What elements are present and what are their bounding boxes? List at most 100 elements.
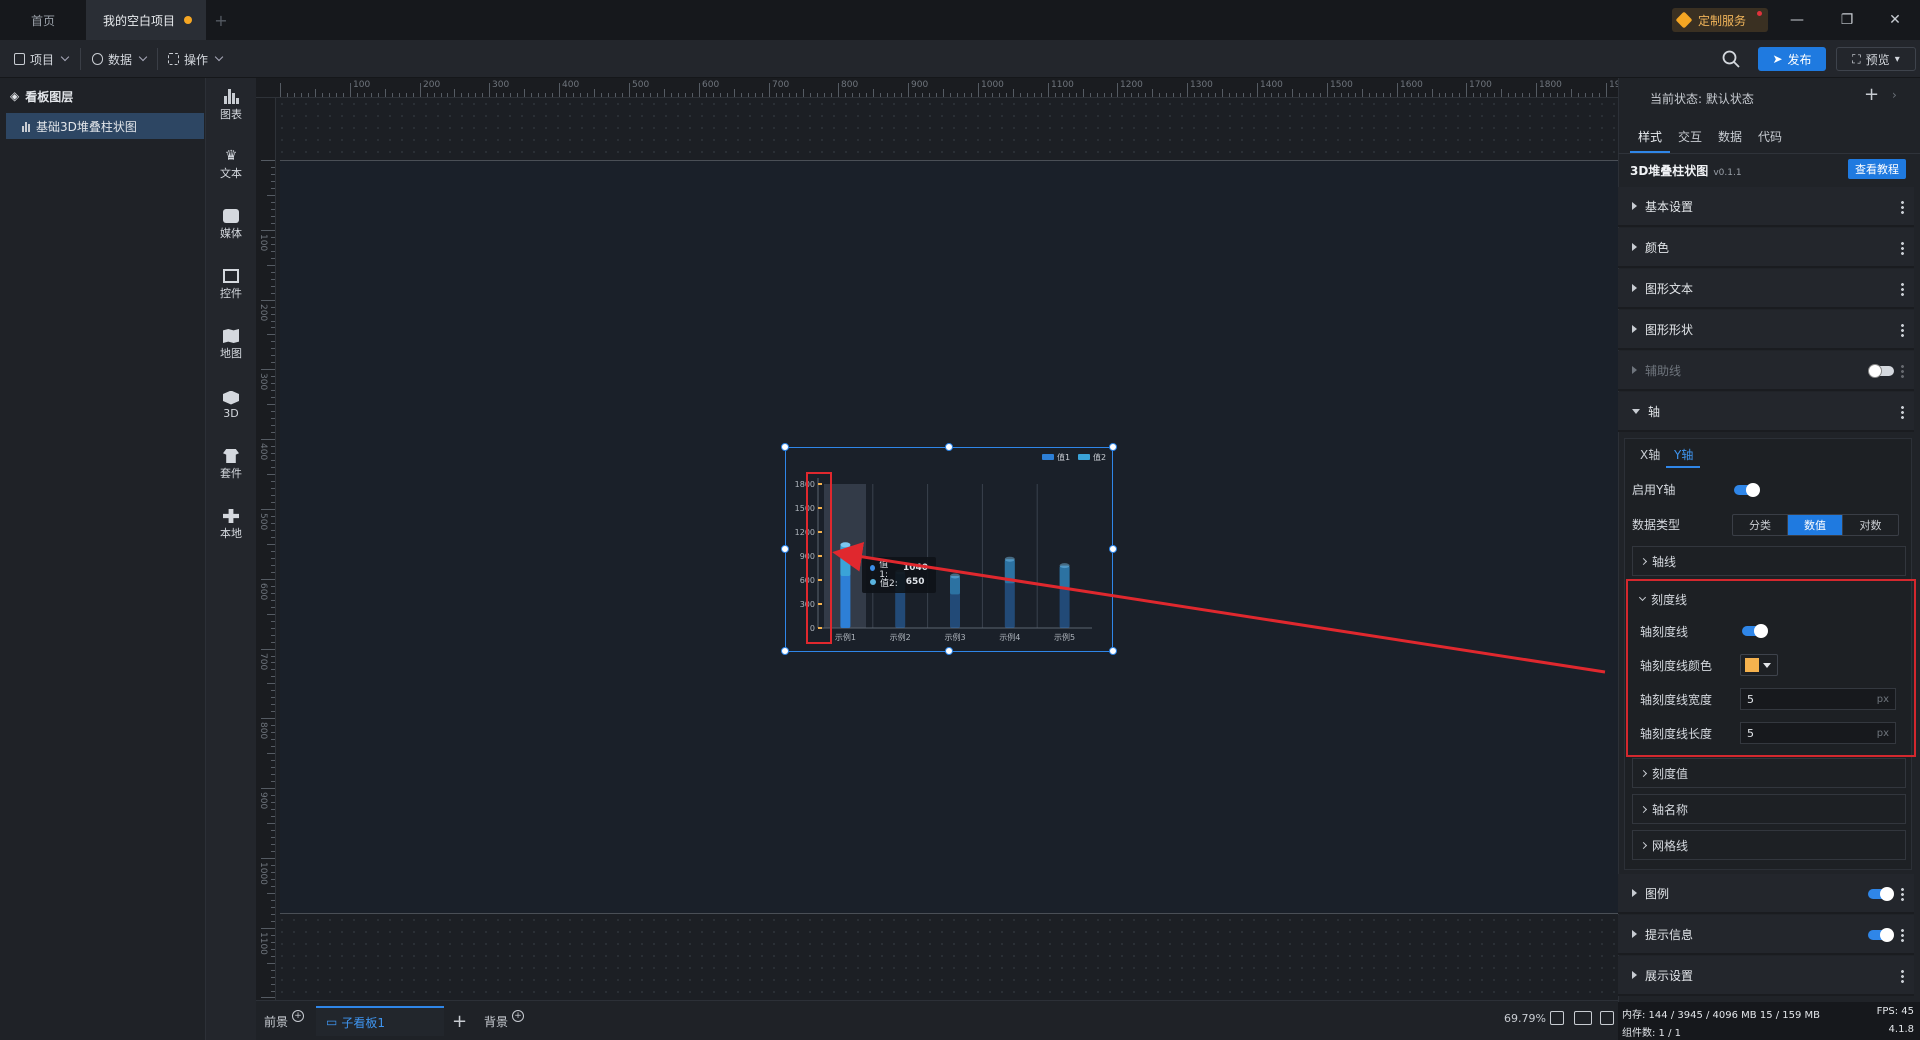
ruler-tick [271,795,275,796]
rail-3d[interactable]: 3D [206,382,256,428]
close-button[interactable]: ✕ [1870,0,1920,40]
tab-sub-board[interactable]: ▭ 子看板1 [316,1006,444,1036]
ruler-tick [271,537,275,538]
more-icon[interactable] [1901,241,1904,255]
ruler-tick [271,307,275,308]
subsection-grid-line[interactable]: 网格线 [1632,830,1906,860]
more-icon[interactable] [1901,405,1904,419]
search-icon[interactable] [1722,50,1740,68]
more-icon[interactable] [1901,323,1904,337]
terminal-icon[interactable] [1600,1011,1614,1025]
caret-right-icon [1632,930,1637,938]
resize-handle[interactable] [781,545,789,553]
more-icon[interactable] [1901,282,1904,296]
section-basic-settings[interactable]: 基本设置 [1618,187,1914,227]
section-axis[interactable]: 轴 [1618,392,1914,432]
section-graphic-text[interactable]: 图形文本 [1618,269,1914,309]
ruler-tick [762,93,763,97]
more-icon[interactable] [1901,887,1904,901]
tab-x-axis[interactable]: X轴 [1640,446,1660,466]
custom-service-button[interactable]: 定制服务 [1672,8,1768,32]
ruler-tick [271,942,275,943]
add-state-button[interactable]: + [1864,84,1879,105]
menu-operation[interactable]: 操作 [168,47,224,71]
zoom-level[interactable]: 69.79% [1504,1012,1546,1025]
add-icon[interactable]: + [512,1010,525,1022]
data-type-value[interactable]: 数值 [1788,515,1843,535]
ruler-tick [271,516,275,517]
subsection-tick-value[interactable]: 刻度值 [1632,758,1906,788]
legend-label: 值2 [1093,452,1106,462]
preview-label: 预览 [1865,52,1890,67]
tab-y-axis[interactable]: Y轴 [1674,446,1693,466]
section-legend[interactable]: 图例 [1618,874,1914,914]
tab-foreground[interactable]: 前景 + [264,1006,305,1036]
section-guide-line[interactable]: 辅助线 [1618,351,1914,391]
rail-suite[interactable]: 套件 [206,442,256,488]
rail-local[interactable]: 本地 [206,502,256,548]
ruler-tick [964,93,965,97]
tab-code[interactable]: 代码 [1758,124,1782,148]
ruler-tick [1355,93,1356,97]
resize-handle[interactable] [1109,443,1117,451]
component-version: v0.1.1 [1713,168,1742,178]
section-display-settings[interactable]: 展示设置 [1618,956,1914,996]
add-board-button[interactable]: + [452,1006,467,1036]
chevron-right-icon[interactable]: › [1892,88,1897,102]
resize-handle[interactable] [781,443,789,451]
chevron-down-icon [214,52,224,62]
restore-button[interactable]: ❐ [1822,0,1872,40]
rail-media[interactable]: 媒体 [206,202,256,248]
data-type-category[interactable]: 分类 [1733,515,1788,535]
ruler-tick [713,93,714,97]
ruler-tick [271,551,275,552]
subsection-axis-line[interactable]: 轴线 [1632,546,1906,576]
ruler-tick [880,93,881,97]
view-tutorial-button[interactable]: 查看教程 [1848,159,1906,179]
rail-map[interactable]: 地图 [206,322,256,368]
data-type-log[interactable]: 对数 [1843,515,1898,535]
ruler-tick [271,390,275,391]
tooltip-toggle[interactable] [1868,928,1894,942]
add-tab-button[interactable]: + [206,0,236,40]
ruler-tick [336,93,337,97]
resize-handle[interactable] [945,443,953,451]
tab-my-project[interactable]: 我的空白项目 [86,0,206,40]
more-icon[interactable] [1901,928,1904,942]
publish-button[interactable]: ➤ 发布 [1758,47,1826,71]
guide-line-toggle[interactable] [1868,364,1894,378]
minimize-button[interactable]: — [1772,0,1822,40]
title-bar [0,0,1920,40]
subsection-axis-name[interactable]: 轴名称 [1632,794,1906,824]
ruler-tick [796,93,797,97]
tab-style[interactable]: 样式 [1638,124,1662,148]
enable-y-toggle[interactable] [1734,483,1760,497]
tab-home[interactable]: 首页 [0,0,86,40]
tab-data[interactable]: 数据 [1718,124,1742,148]
layer-item-3d-bar-chart[interactable]: 基础3D堆叠柱状图 [6,113,204,139]
preview-button[interactable]: ⛶ 预览 ▾ [1836,47,1916,71]
legend-toggle[interactable] [1868,887,1894,901]
tab-interaction[interactable]: 交互 [1678,124,1702,148]
section-color[interactable]: 颜色 [1618,228,1914,268]
ruler-tick [261,788,275,789]
more-icon[interactable] [1901,969,1904,983]
ruler-label: 500 [632,80,650,90]
rail-control[interactable]: 控件 [206,262,256,308]
rail-chart[interactable]: 图表 [206,82,256,128]
menu-data[interactable]: 数据 [92,47,148,71]
keyboard-icon[interactable] [1574,1011,1592,1025]
more-icon[interactable] [1901,200,1904,214]
resize-handle[interactable] [781,647,789,655]
section-tooltip[interactable]: 提示信息 [1618,915,1914,955]
fit-screen-icon[interactable] [1550,1011,1564,1025]
tab-background[interactable]: 背景 + [484,1006,525,1036]
ruler-tick [271,621,275,622]
caret-down-icon [1632,408,1640,414]
add-icon[interactable]: + [292,1010,305,1022]
rail-text[interactable]: ♛ 文本 [206,142,256,188]
more-icon[interactable] [1901,364,1904,378]
section-graphic-shape[interactable]: 图形形状 [1618,310,1914,350]
menu-project[interactable]: 项目 [14,47,70,71]
ruler-tick [301,93,302,97]
